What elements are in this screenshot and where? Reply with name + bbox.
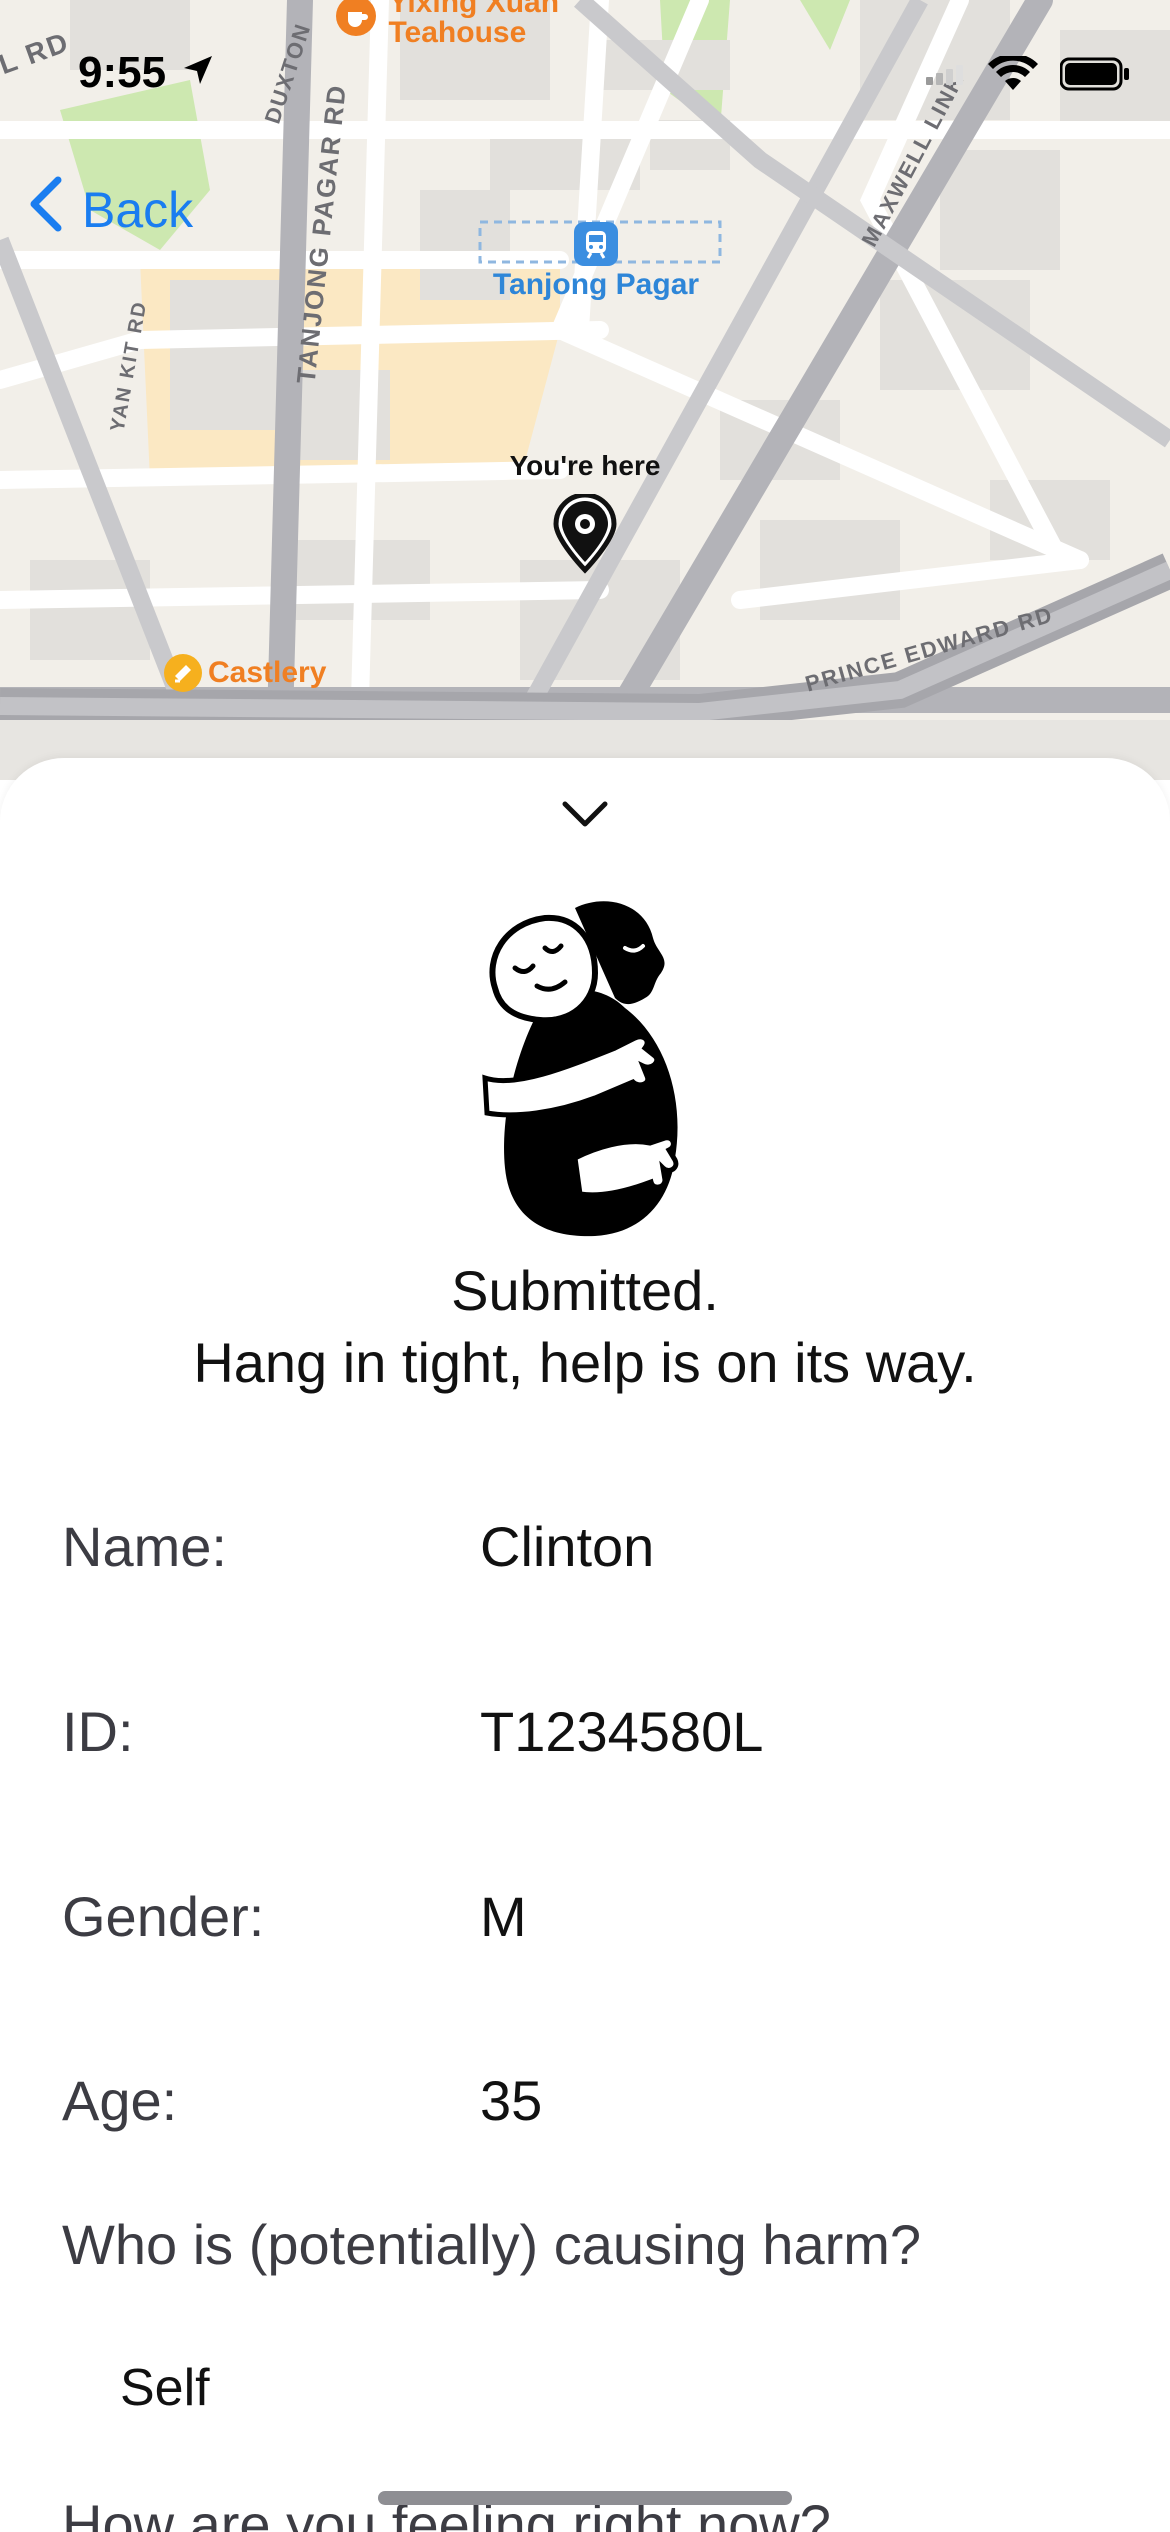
status-time-text: 9:55 xyxy=(78,48,167,97)
cellular-icon xyxy=(926,63,966,90)
age-value: 35 xyxy=(480,2069,543,2132)
battery-icon xyxy=(1059,57,1130,96)
map-pin-icon[interactable] xyxy=(552,492,618,579)
back-button[interactable]: Back xyxy=(28,176,193,244)
name-label: Name: xyxy=(62,1515,227,1578)
chevron-down-icon[interactable] xyxy=(560,798,610,835)
poi-station[interactable]: Tanjong Pagar xyxy=(486,222,706,302)
confirmation-title: Submitted. xyxy=(451,1259,719,1322)
id-value: T1234580L xyxy=(480,1700,764,1763)
map-view[interactable]: DUXTON TANJONG PAGAR RD YAN KIT RD MAXWE… xyxy=(0,0,1170,780)
train-icon xyxy=(574,222,618,266)
home-indicator[interactable] xyxy=(378,2491,792,2505)
chevron-left-icon xyxy=(28,176,64,244)
harm-question: Who is (potentially) causing harm? xyxy=(62,2213,922,2276)
status-time: 9:55 xyxy=(78,48,218,101)
poi-teahouse-label-2: Teahouse xyxy=(388,16,527,49)
id-label: ID: xyxy=(62,1700,134,1763)
status-indicators xyxy=(926,53,1130,97)
wifi-icon xyxy=(988,53,1038,97)
back-button-label: Back xyxy=(82,182,194,238)
poi-teahouse[interactable]: Yixing Xuan Teahouse xyxy=(336,0,559,48)
bottom-sheet[interactable]: Submitted. Hang in tight, help is on its… xyxy=(0,758,1170,2532)
name-value: Clinton xyxy=(480,1515,655,1578)
harm-answer: Self xyxy=(120,2359,210,2417)
confirmation-message: Hang in tight, help is on its way. xyxy=(193,1331,977,1394)
poi-station-label: Tanjong Pagar xyxy=(492,268,700,301)
self-hug-illustration xyxy=(475,898,695,1243)
gender-value: M xyxy=(480,1885,527,1948)
poi-castlery-label: Castlery xyxy=(208,656,327,689)
poi-castlery[interactable]: Castlery xyxy=(164,654,326,692)
location-arrow-icon xyxy=(178,50,218,101)
marker-label: You're here xyxy=(509,450,661,481)
store-icon xyxy=(164,654,202,692)
age-label: Age: xyxy=(62,2069,178,2132)
teahouse-icon xyxy=(336,0,376,36)
gender-label: Gender: xyxy=(62,1885,265,1948)
